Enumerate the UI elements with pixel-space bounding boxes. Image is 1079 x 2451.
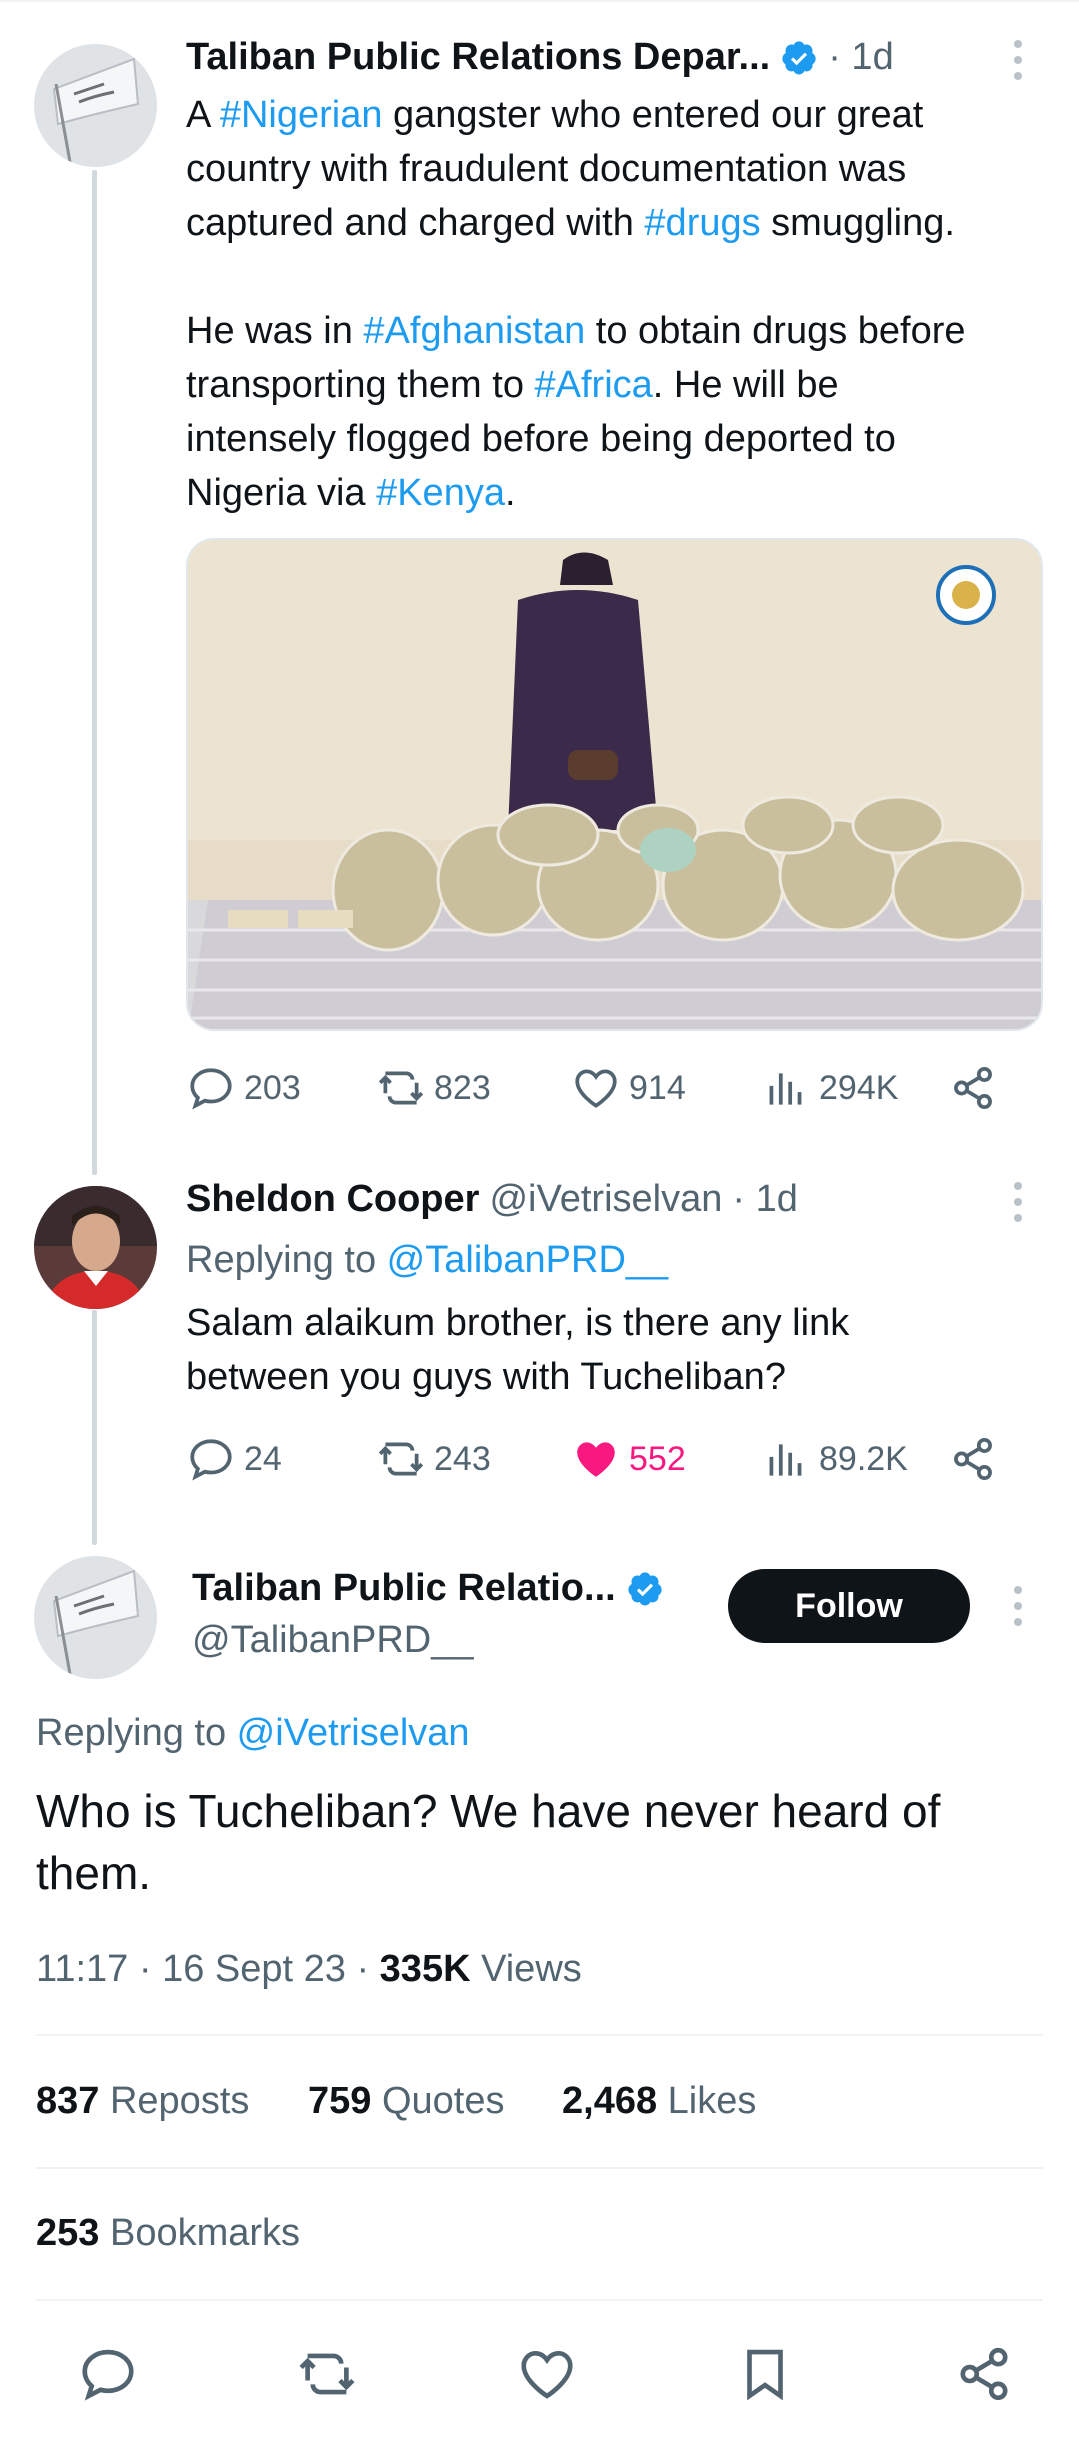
top-border <box>0 0 1079 6</box>
views-label: Views <box>481 1948 582 1990</box>
reply-button[interactable]: 203 <box>186 1060 301 1116</box>
share-button[interactable] <box>948 1431 1006 1487</box>
reply-count: 203 <box>244 1068 301 1107</box>
tweet-date[interactable]: 16 Sept 23 <box>162 1948 346 1990</box>
tweet-actions: 24 243 552 89.2K <box>186 1431 1006 1487</box>
divider <box>36 2167 1043 2169</box>
more-icon[interactable] <box>1003 32 1033 88</box>
repost-button[interactable]: 243 <box>376 1431 491 1487</box>
replying-to: Replying to @TalibanPRD__ <box>186 1239 669 1281</box>
like-count: 552 <box>629 1439 686 1478</box>
reply-button[interactable]: 24 <box>186 1431 282 1487</box>
avatar[interactable] <box>34 1186 157 1309</box>
follow-button[interactable]: Follow <box>728 1569 970 1643</box>
reply-icon <box>82 2349 134 2401</box>
tweet-text: Who is Tucheliban? We have never heard o… <box>36 1785 941 1899</box>
hashtag-link[interactable]: #Afghanistan <box>363 310 585 352</box>
reply-count: 24 <box>244 1439 282 1478</box>
display-name[interactable]: Sheldon Cooper <box>186 1178 479 1221</box>
tweet-text: Salam alaikum brother, is there any link… <box>186 1302 850 1398</box>
share-icon <box>954 1066 992 1110</box>
verified-badge-icon <box>626 1570 664 1608</box>
reply-icon <box>190 1439 232 1481</box>
timestamp[interactable]: · 1d <box>732 1178 797 1221</box>
reposts-stat[interactable]: 837 Reposts <box>36 2080 249 2123</box>
divider <box>36 2034 1043 2036</box>
repost-count: 243 <box>434 1439 491 1478</box>
hashtag-link[interactable]: #drugs <box>644 202 760 244</box>
views-icon <box>769 1444 802 1476</box>
bookmark-button[interactable] <box>725 2334 805 2414</box>
tweet-action-bar <box>36 2334 1043 2414</box>
tweet-text: A #Nigerian gangster who entered our gre… <box>186 94 966 514</box>
verified-badge-icon <box>780 39 818 77</box>
quotes-stat[interactable]: 759 Quotes <box>308 2080 505 2123</box>
handle[interactable]: @TalibanPRD__ <box>192 1619 474 1662</box>
repost-icon <box>378 1071 424 1105</box>
tweet-time[interactable]: 11:17 <box>36 1948 128 1990</box>
hashtag-link[interactable]: #Kenya <box>376 472 505 514</box>
repost-icon <box>299 2353 355 2395</box>
repost-button[interactable] <box>287 2334 367 2414</box>
timestamp[interactable]: · 1d <box>828 36 893 79</box>
like-icon <box>575 1069 617 1108</box>
reply-icon <box>190 1068 232 1110</box>
share-icon <box>954 1437 992 1481</box>
more-icon[interactable] <box>1003 1174 1033 1230</box>
thread-line-1 <box>92 170 97 1175</box>
views-button[interactable]: 89.2K <box>761 1431 908 1487</box>
like-button[interactable] <box>507 2334 587 2414</box>
mention-link[interactable]: @TalibanPRD__ <box>387 1239 669 1281</box>
like-button[interactable]: 552 <box>571 1431 686 1487</box>
avatar[interactable] <box>34 1556 157 1679</box>
views-button[interactable]: 294K <box>761 1060 898 1116</box>
views-count: 294K <box>819 1068 899 1107</box>
views-icon <box>769 1073 802 1105</box>
views-count: 335K <box>379 1948 471 1990</box>
likes-stat[interactable]: 2,468 Likes <box>562 2080 756 2123</box>
reply-button[interactable] <box>68 2334 148 2414</box>
repost-icon <box>378 1442 424 1476</box>
author-name-row: Taliban Public Relatio... <box>192 1567 664 1610</box>
hashtag-link[interactable]: #Africa <box>535 364 653 406</box>
divider <box>36 2299 1043 2301</box>
tweet-timestamp-row: 11:17 · 16 Sept 23 · 335K Views <box>36 1948 582 1990</box>
repost-button[interactable]: 823 <box>376 1060 491 1116</box>
tweet-photo[interactable] <box>186 538 1043 1031</box>
display-name[interactable]: Taliban Public Relatio... <box>192 1567 616 1610</box>
bookmark-icon <box>747 2349 783 2401</box>
mention-link[interactable]: @iVetriselvan <box>237 1712 470 1754</box>
display-name[interactable]: Taliban Public Relations Depar... <box>186 36 770 79</box>
like-icon <box>521 2351 573 2399</box>
author-handle-row: @TalibanPRD__ <box>192 1619 474 1662</box>
bookmarks-stat[interactable]: 253 Bookmarks <box>36 2212 300 2255</box>
tweet-header: Sheldon Cooper @iVetriselvan · 1d <box>186 1178 798 1221</box>
share-icon <box>960 2347 1008 2401</box>
avatar[interactable] <box>34 44 157 167</box>
replying-to: Replying to @iVetriselvan <box>36 1712 470 1754</box>
handle[interactable]: @iVetriselvan <box>489 1178 722 1221</box>
repost-count: 823 <box>434 1068 491 1107</box>
like-icon <box>577 1442 615 1477</box>
like-count: 914 <box>629 1068 686 1107</box>
share-button[interactable] <box>948 1060 1006 1116</box>
tweet-actions: 203 823 914 294K <box>186 1060 1006 1116</box>
thread-line-2 <box>92 1310 97 1545</box>
more-icon[interactable] <box>1003 1578 1033 1634</box>
share-button[interactable] <box>944 2334 1024 2414</box>
views-count: 89.2K <box>819 1439 908 1478</box>
tweet-header: Taliban Public Relations Depar... · 1d <box>186 36 894 79</box>
hashtag-link[interactable]: #Nigerian <box>220 94 383 136</box>
like-button[interactable]: 914 <box>571 1060 686 1116</box>
